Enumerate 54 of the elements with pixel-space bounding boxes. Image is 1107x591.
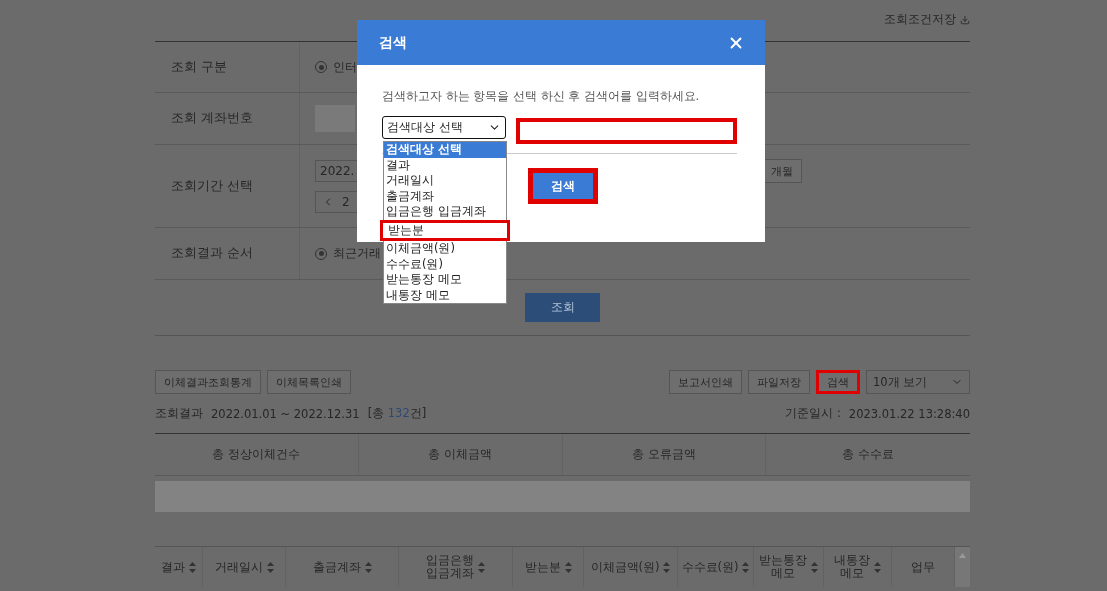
scrollbar[interactable] xyxy=(955,547,970,587)
form-label: 조회결과 순서 xyxy=(155,228,300,279)
result-count: [총 132건] xyxy=(367,406,427,421)
dropdown-option[interactable]: 받는분 xyxy=(380,219,510,241)
sort-icon[interactable] xyxy=(189,561,196,573)
result-label: 조회결과 xyxy=(155,406,203,421)
radio-label: 최근거래 xyxy=(333,245,381,262)
column-header: 업무 xyxy=(911,560,935,574)
toolbar-button[interactable]: 이체목록인쇄 xyxy=(267,370,351,394)
dialog-description: 검색하고자 하는 항목을 선택 하신 후 검색어를 입력하세요. xyxy=(382,89,701,104)
toolbar-button[interactable]: 검색 xyxy=(816,370,860,394)
search-input-field[interactable] xyxy=(515,118,737,144)
column-header: 내통장 메모 xyxy=(834,554,870,580)
column-header: 받는통장 메모 xyxy=(759,554,807,580)
download-icon[interactable] xyxy=(960,14,970,25)
column-header: 이체금액(원) xyxy=(590,560,660,574)
toolbar-button[interactable]: 이체결과조회통계 xyxy=(155,370,261,394)
column-header: 입금은행 입금계좌 xyxy=(426,554,474,580)
search-button[interactable]: 검색 xyxy=(528,168,598,204)
sort-icon[interactable] xyxy=(364,561,372,573)
sort-icon[interactable] xyxy=(811,561,818,573)
column-header: 받는분 xyxy=(524,560,561,574)
form-label: 조회 계좌번호 xyxy=(155,93,300,144)
toolbar-button[interactable]: 파일저장 xyxy=(748,370,810,394)
dropdown-option[interactable]: 검색대상 선택 xyxy=(384,142,506,158)
summary-header: 총 오류금액 xyxy=(562,434,767,475)
column-header: 거래일시 xyxy=(214,560,263,574)
save-conditions-link[interactable]: 조회조건저장 xyxy=(884,11,956,28)
sort-icon[interactable] xyxy=(478,561,485,573)
summary-header: 총 정상이체건수 xyxy=(155,434,359,475)
dialog-title: 검색 xyxy=(379,33,407,52)
sort-icon[interactable] xyxy=(742,561,750,573)
radio-label: 인터 xyxy=(333,58,357,76)
form-label: 조회 구분 xyxy=(155,42,300,92)
date-text: 2 xyxy=(342,195,350,209)
date-range: 2022.01.01 ~ 2022.12.31 xyxy=(211,406,360,421)
inquiry-button[interactable]: 조회 xyxy=(525,293,600,322)
column-header: 수수료(원) xyxy=(681,560,739,574)
sort-icon[interactable] xyxy=(663,561,671,573)
base-time: 2023.01.22 13:28:40 xyxy=(848,406,970,421)
summary-header: 총 수수료 xyxy=(841,446,896,463)
search-target-select[interactable]: 검색대상 선택 xyxy=(382,116,506,139)
scroll-up-icon[interactable] xyxy=(959,553,966,558)
toolbar-button[interactable]: 보고서인쇄 xyxy=(669,370,742,394)
summary-header: 총 이체금액 xyxy=(358,434,563,475)
form-label: 조회기간 선택 xyxy=(155,145,300,227)
base-time-label: 기준일시 : xyxy=(785,406,841,421)
period-button[interactable]: 개월 xyxy=(762,159,802,183)
sort-icon[interactable] xyxy=(564,561,572,573)
sort-icon[interactable] xyxy=(874,561,881,573)
page-size-select[interactable]: 10개 보기 xyxy=(866,370,970,394)
sort-icon[interactable] xyxy=(266,561,274,573)
column-header: 결과 xyxy=(161,560,185,574)
column-header: 출금계좌 xyxy=(312,560,361,574)
